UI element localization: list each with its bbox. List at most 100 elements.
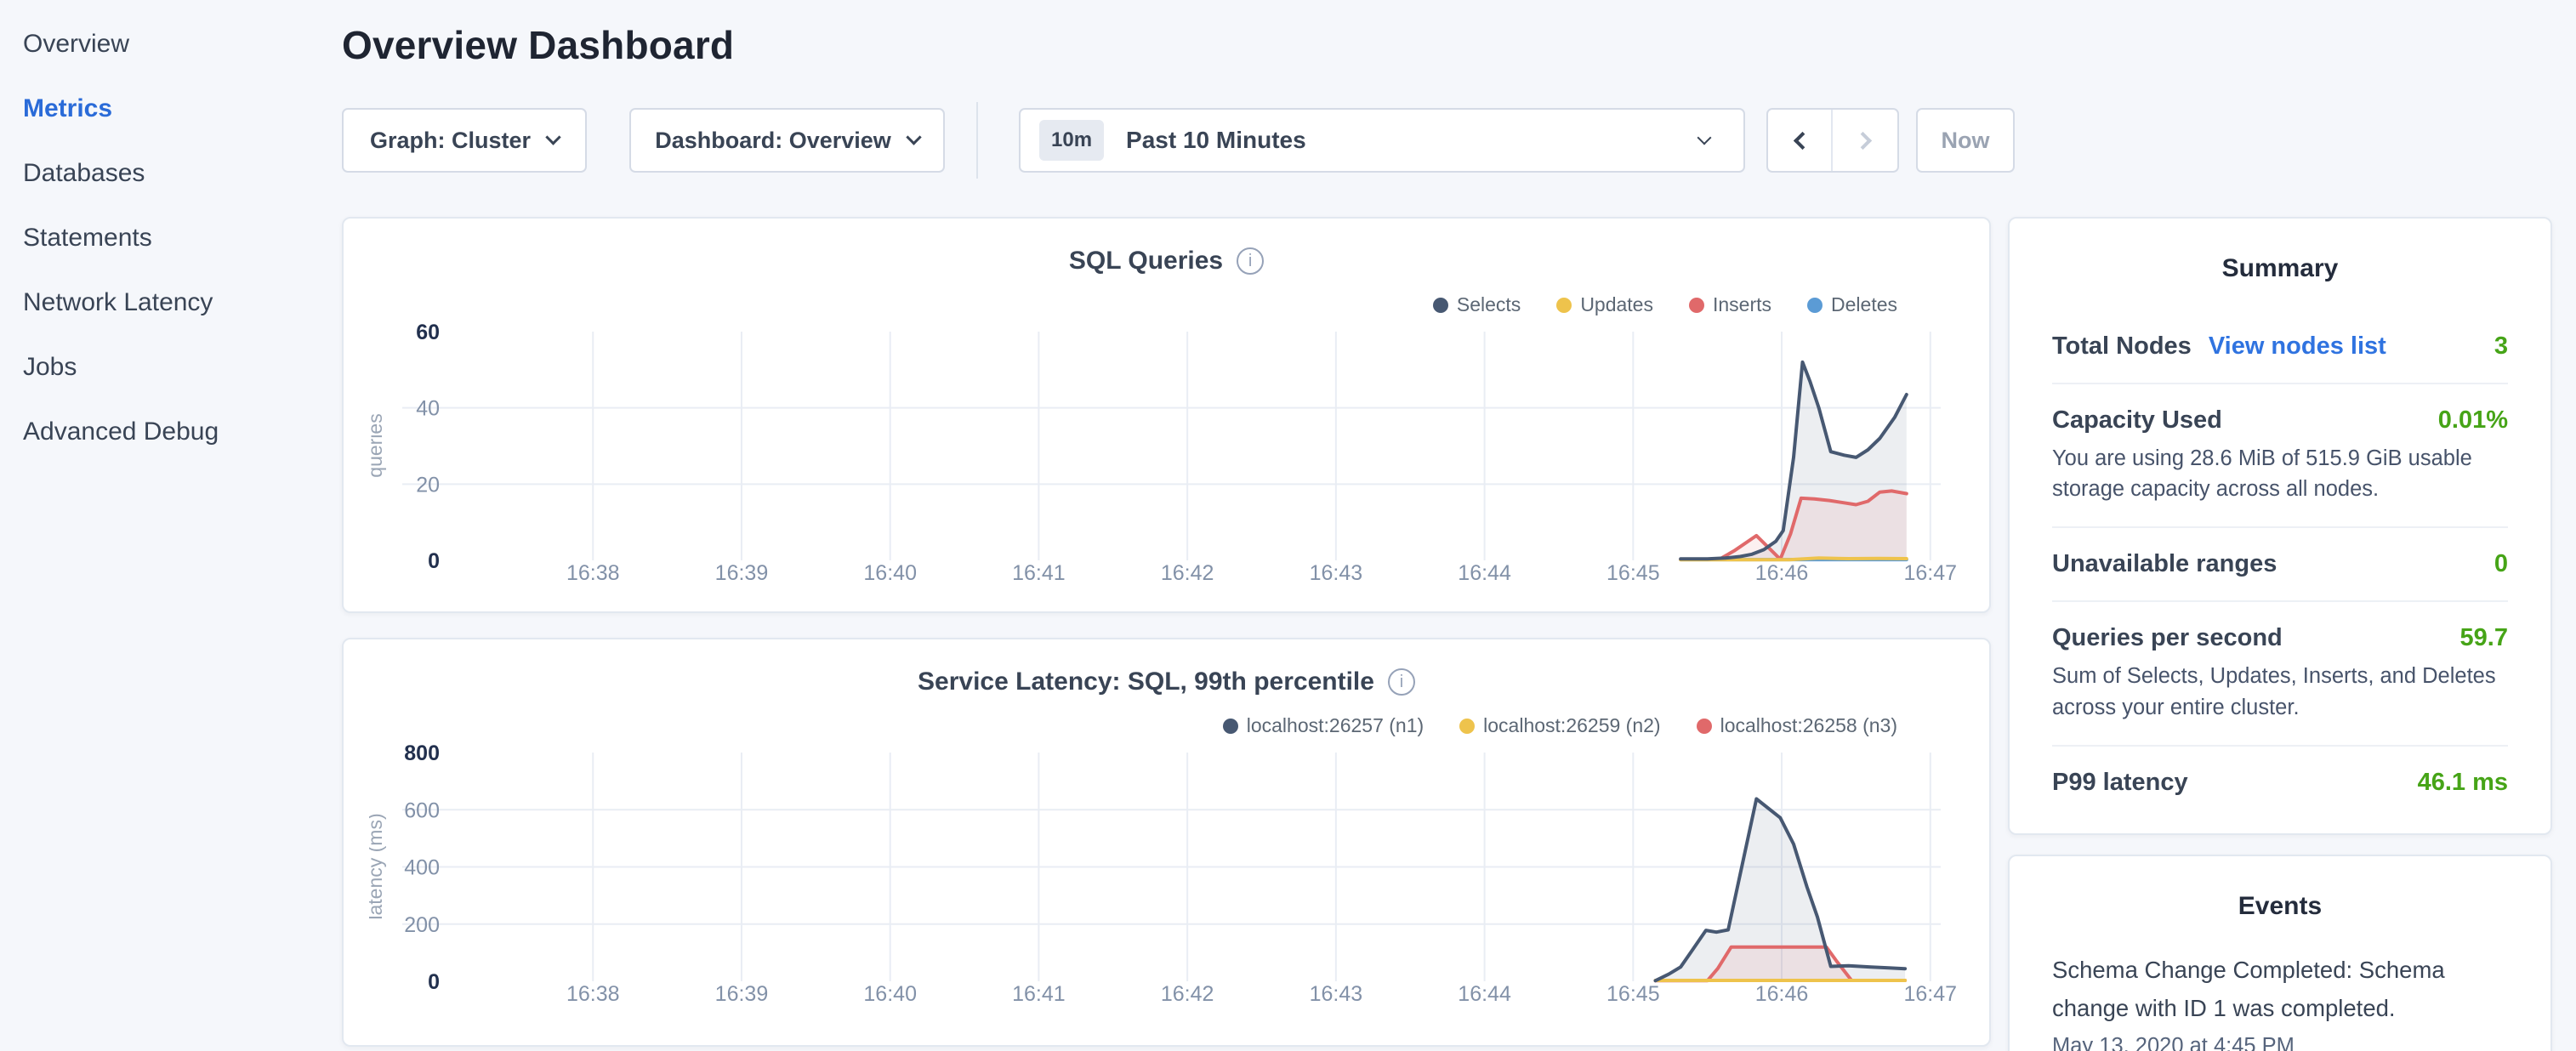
legend-item-updates[interactable]: Updates bbox=[1556, 293, 1653, 316]
svg-text:16:39: 16:39 bbox=[715, 561, 769, 585]
sidebar-nav: OverviewMetricsDatabasesStatementsNetwor… bbox=[0, 12, 340, 464]
summary-description: Sum of Selects, Updates, Inserts, and De… bbox=[2052, 661, 2508, 722]
summary-value: 3 bbox=[2494, 332, 2508, 361]
events-title: Events bbox=[2052, 856, 2508, 921]
svg-text:16:38: 16:38 bbox=[566, 982, 620, 1006]
event-message: Schema Change Completed: Schema change w… bbox=[2052, 952, 2508, 1027]
chart-legend: localhost:26257 (n1) localhost:26259 (n2)… bbox=[1223, 714, 1897, 737]
graph-dropdown-label: Graph: Cluster bbox=[370, 128, 531, 154]
info-icon[interactable]: i bbox=[1388, 668, 1415, 696]
svg-text:16:43: 16:43 bbox=[1310, 561, 1363, 585]
svg-text:600: 600 bbox=[404, 798, 440, 822]
chart-title: SQL Queries bbox=[1069, 247, 1223, 276]
legend-item-localhost-26258-n3[interactable]: localhost:26258 (n3) bbox=[1697, 714, 1897, 737]
svg-text:16:43: 16:43 bbox=[1310, 982, 1363, 1006]
sidebar-item-metrics[interactable]: Metrics bbox=[0, 77, 340, 141]
chart-plot-sql-queries[interactable]: 020406016:3816:3916:4016:4116:4216:4316:… bbox=[369, 316, 1968, 605]
legend-dot-icon bbox=[1459, 719, 1475, 734]
events-panel: Events Schema Change Completed: Schema c… bbox=[2008, 855, 2552, 1051]
legend-label: Deletes bbox=[1831, 293, 1897, 316]
legend-item-localhost-26257-n1[interactable]: localhost:26257 (n1) bbox=[1223, 714, 1424, 737]
svg-text:16:42: 16:42 bbox=[1161, 982, 1214, 1006]
svg-text:16:38: 16:38 bbox=[566, 561, 620, 585]
legend-dot-icon bbox=[1807, 298, 1823, 313]
prev-timewindow-button[interactable] bbox=[1768, 110, 1833, 171]
summary-row: Capacity Used 0.01% You are using 28.6 MiB… bbox=[2052, 383, 2508, 526]
dashboard-dropdown[interactable]: Dashboard: Overview bbox=[629, 108, 945, 173]
svg-text:40: 40 bbox=[416, 397, 440, 421]
svg-text:16:44: 16:44 bbox=[1458, 982, 1511, 1006]
svg-text:16:44: 16:44 bbox=[1458, 561, 1511, 585]
sidebar-item-jobs[interactable]: Jobs bbox=[0, 335, 340, 400]
svg-text:16:40: 16:40 bbox=[863, 982, 917, 1006]
sidebar-item-statements[interactable]: Statements bbox=[0, 206, 340, 270]
legend-label: localhost:26258 (n3) bbox=[1720, 714, 1897, 737]
summary-row: P99 latency 46.1 ms bbox=[2052, 745, 2508, 819]
svg-text:0: 0 bbox=[428, 970, 440, 994]
svg-text:16:46: 16:46 bbox=[1755, 982, 1809, 1006]
svg-text:200: 200 bbox=[404, 913, 440, 937]
summary-value: 0.01% bbox=[2438, 406, 2508, 435]
legend-label: localhost:26259 (n2) bbox=[1483, 714, 1660, 737]
summary-value: 46.1 ms bbox=[2418, 769, 2508, 797]
svg-text:16:45: 16:45 bbox=[1606, 982, 1660, 1006]
svg-text:16:41: 16:41 bbox=[1012, 561, 1066, 585]
legend-item-deletes[interactable]: Deletes bbox=[1807, 293, 1897, 316]
summary-value: 59.7 bbox=[2460, 624, 2508, 652]
summary-label: P99 latency bbox=[2052, 769, 2188, 797]
summary-description: You are using 28.6 MiB of 515.9 GiB usab… bbox=[2052, 443, 2508, 504]
y-axis-unit-label: queries bbox=[369, 413, 386, 477]
chevron-down-icon bbox=[906, 129, 921, 145]
svg-text:16:47: 16:47 bbox=[1903, 982, 1957, 1006]
dashboard-dropdown-label: Dashboard: Overview bbox=[655, 128, 891, 154]
summary-title: Summary bbox=[2052, 219, 2508, 283]
sidebar-item-advanced-debug[interactable]: Advanced Debug bbox=[0, 400, 340, 464]
graph-dropdown[interactable]: Graph: Cluster bbox=[342, 108, 587, 173]
summary-row: Unavailable ranges0 bbox=[2052, 526, 2508, 600]
svg-text:0: 0 bbox=[428, 549, 440, 573]
y-axis-unit-label: latency (ms) bbox=[369, 813, 386, 919]
summary-value: 0 bbox=[2494, 550, 2508, 578]
svg-text:60: 60 bbox=[416, 321, 440, 344]
event-item[interactable]: Schema Change Completed: Schema change w… bbox=[2052, 952, 2508, 1051]
chevron-right-icon bbox=[1853, 131, 1871, 149]
legend-label: localhost:26257 (n1) bbox=[1247, 714, 1424, 737]
sidebar-item-network-latency[interactable]: Network Latency bbox=[0, 270, 340, 335]
controls-divider bbox=[976, 102, 978, 179]
next-timewindow-button[interactable] bbox=[1833, 110, 1897, 171]
time-window-label: Past 10 Minutes bbox=[1126, 127, 1306, 154]
legend-dot-icon bbox=[1223, 719, 1238, 734]
sidebar-item-databases[interactable]: Databases bbox=[0, 141, 340, 206]
time-pager bbox=[1766, 108, 1899, 173]
summary-label: Capacity Used bbox=[2052, 406, 2222, 435]
svg-text:16:41: 16:41 bbox=[1012, 982, 1066, 1006]
legend-label: Inserts bbox=[1713, 293, 1771, 316]
legend-label: Selects bbox=[1457, 293, 1521, 316]
legend-item-selects[interactable]: Selects bbox=[1433, 293, 1521, 316]
chart-title: Service Latency: SQL, 99th percentile bbox=[918, 668, 1374, 696]
summary-link[interactable]: View nodes list bbox=[2209, 332, 2386, 361]
chart-card-sql-queries: SQL Queries i Selects Updates Inserts Deletes… bbox=[342, 217, 1991, 613]
svg-text:16:40: 16:40 bbox=[863, 561, 917, 585]
summary-row: Total Nodes View nodes list 3 bbox=[2052, 310, 2508, 383]
chart-legend: Selects Updates Inserts Deletes bbox=[1433, 293, 1897, 316]
svg-text:16:42: 16:42 bbox=[1161, 561, 1214, 585]
svg-text:16:39: 16:39 bbox=[715, 982, 769, 1006]
legend-dot-icon bbox=[1689, 298, 1704, 313]
legend-dot-icon bbox=[1697, 719, 1712, 734]
time-window-badge: 10m bbox=[1039, 120, 1104, 161]
legend-item-inserts[interactable]: Inserts bbox=[1689, 293, 1771, 316]
svg-text:16:46: 16:46 bbox=[1755, 561, 1809, 585]
svg-text:800: 800 bbox=[404, 741, 440, 765]
time-range-selector[interactable]: 10m Past 10 Minutes bbox=[1019, 108, 1745, 173]
legend-item-localhost-26259-n2[interactable]: localhost:26259 (n2) bbox=[1459, 714, 1660, 737]
info-icon[interactable]: i bbox=[1237, 247, 1264, 275]
sidebar-item-overview[interactable]: Overview bbox=[0, 12, 340, 77]
svg-text:16:45: 16:45 bbox=[1606, 561, 1660, 585]
chart-plot-service-latency-sql-99th-percentile[interactable]: 020040060080016:3816:3916:4016:4116:4216… bbox=[369, 737, 1968, 1026]
chevron-down-icon bbox=[1697, 131, 1712, 145]
page-title: Overview Dashboard bbox=[342, 22, 734, 68]
summary-label: Total Nodes bbox=[2052, 332, 2192, 361]
now-button[interactable]: Now bbox=[1916, 108, 2015, 173]
chevron-down-icon bbox=[545, 129, 560, 145]
